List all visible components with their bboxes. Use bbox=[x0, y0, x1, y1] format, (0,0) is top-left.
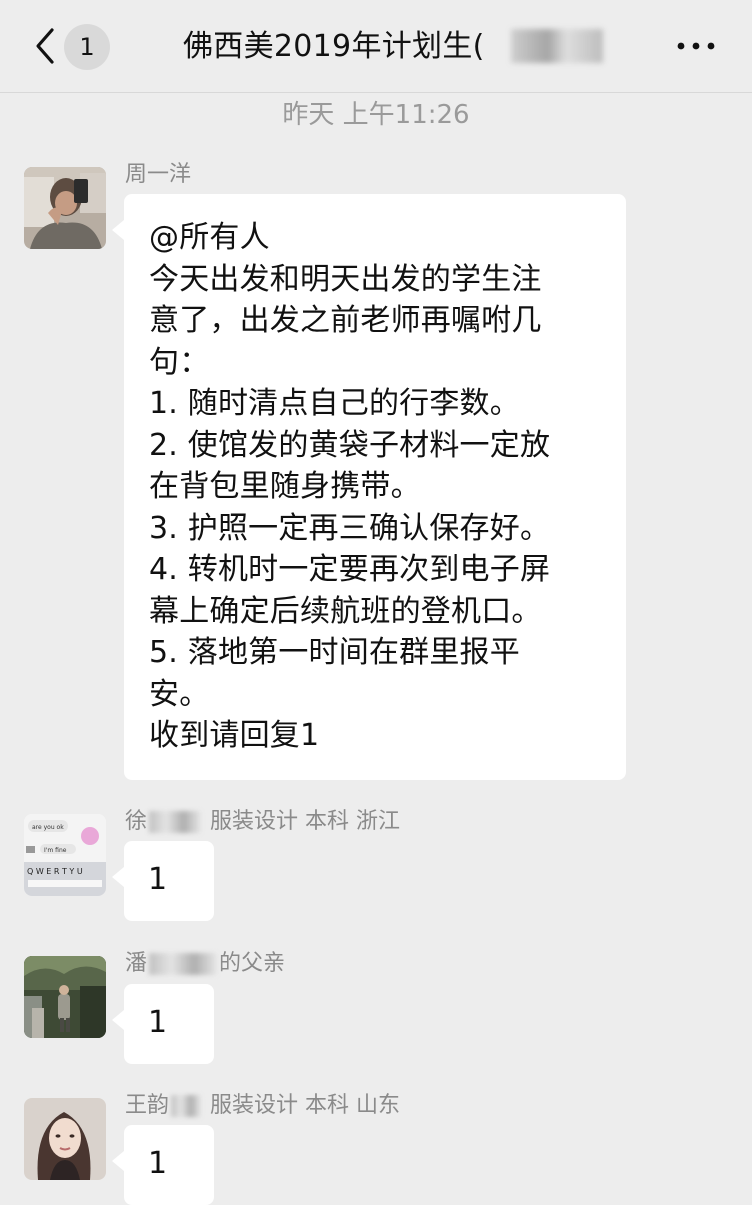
avatar-keyboard-text: Q W E R T Y U bbox=[27, 867, 83, 876]
sender-name: 周一洋 bbox=[125, 162, 192, 187]
avatar-chat-text: are you ok bbox=[32, 824, 64, 831]
name-redacted bbox=[149, 953, 218, 975]
avatar[interactable] bbox=[24, 167, 106, 249]
message-text: 1 bbox=[148, 1005, 168, 1040]
message-bubble[interactable]: 1 bbox=[112, 841, 214, 921]
message-line: 3. 护照一定再三确认保存好。 bbox=[149, 510, 551, 546]
more-dots-icon[interactable] bbox=[676, 38, 716, 54]
chat-title: 佛西美2019年计划生( bbox=[183, 29, 485, 64]
sender-name: 徐 服装设计 本科 浙江 bbox=[125, 807, 400, 837]
sender-name-prefix: 王韵 bbox=[125, 1093, 170, 1118]
sender-name: 潘 的父亲 bbox=[125, 949, 285, 979]
message-line: 幕上确定后续航班的登机口。 bbox=[149, 593, 542, 629]
message-text: @所有人 今天出发和明天出发的学生注 意了，出发之前老师再嘱咐几 句： 1. 随… bbox=[149, 217, 550, 757]
message-line: 在背包里随身携带。 bbox=[149, 469, 421, 504]
message-text: 1 bbox=[148, 862, 168, 897]
name-redacted bbox=[171, 1095, 202, 1117]
message-text: 1 bbox=[148, 1146, 168, 1181]
message-line: 5. 落地第一时间在群里报平 bbox=[149, 635, 520, 670]
bubble-tail bbox=[112, 220, 124, 240]
message-line: 意了，出发之前老师再嘱咐几 bbox=[149, 303, 542, 338]
sender-name-prefix: 潘 bbox=[125, 951, 148, 976]
sender-name: 王韵 服装设计 本科 山东 bbox=[125, 1091, 400, 1121]
message-line: 4. 转机时一定要再次到电子屏 bbox=[149, 552, 551, 587]
avatar[interactable]: are you ok I'm fine Q W E R T Y U bbox=[24, 814, 106, 896]
sender-name-suffix: 服装设计 本科 浙江 bbox=[210, 809, 401, 834]
name-redacted bbox=[149, 811, 202, 833]
avatar[interactable] bbox=[24, 956, 106, 1038]
bubble-tail bbox=[112, 1010, 124, 1030]
bubble-tail bbox=[112, 1151, 124, 1171]
chevron-left-icon[interactable] bbox=[30, 24, 60, 68]
unread-count-badge[interactable]: 1 bbox=[64, 24, 110, 70]
message-bubble[interactable]: @所有人 今天出发和明天出发的学生注 意了，出发之前老师再嘱咐几 句： 1. 随… bbox=[112, 194, 626, 780]
message-bubble[interactable]: 1 bbox=[112, 984, 214, 1064]
title-redacted bbox=[511, 29, 603, 63]
message-line: 1. 随时清点自己的行李数。 bbox=[149, 386, 520, 421]
bubble-tail bbox=[112, 867, 124, 887]
message-line: 句： bbox=[149, 344, 210, 380]
sender-name-suffix: 服装设计 本科 山东 bbox=[210, 1093, 401, 1118]
message-line: @所有人 bbox=[149, 220, 270, 255]
message-timestamp: 昨天 上午11:26 bbox=[282, 100, 470, 130]
avatar[interactable] bbox=[24, 1098, 106, 1180]
avatar-chat-text: I'm fine bbox=[44, 847, 67, 854]
message-line: 收到请回复1 bbox=[149, 718, 320, 753]
message-line: 2. 使馆发的黄袋子材料一定放 bbox=[149, 427, 551, 463]
sender-name-prefix: 徐 bbox=[125, 809, 148, 834]
message-bubble[interactable]: 1 bbox=[112, 1125, 214, 1205]
nav-bar: 1 佛西美2019年计划生( bbox=[0, 0, 752, 93]
sender-name-suffix: 的父亲 bbox=[219, 951, 286, 976]
message-line: 安。 bbox=[149, 676, 210, 712]
message-line: 今天出发和明天出发的学生注 bbox=[149, 261, 542, 297]
